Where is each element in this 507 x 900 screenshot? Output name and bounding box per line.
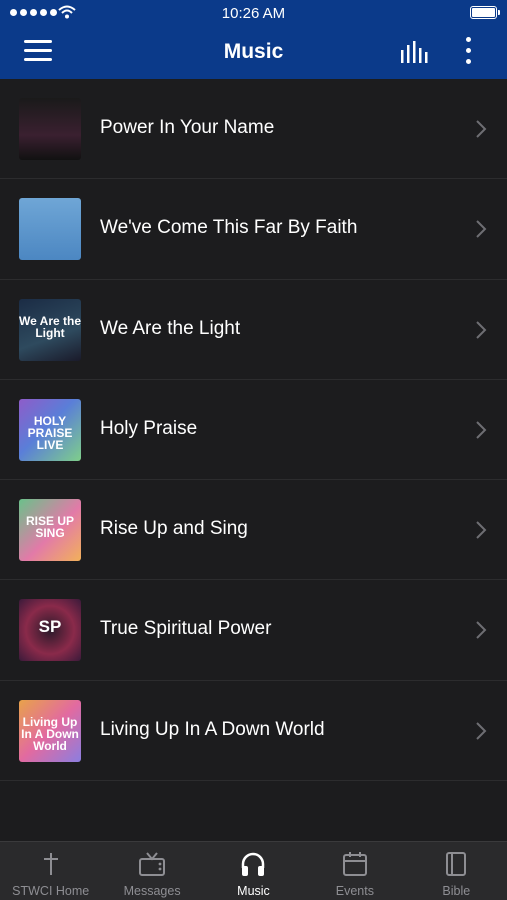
album-title: Holy Praise: [100, 417, 198, 439]
tab-bible[interactable]: Bible: [406, 842, 507, 900]
battery-icon: [470, 6, 500, 19]
album-art: Living Up In A Down World: [19, 699, 81, 762]
top-bar: 10:26 AM Music: [0, 0, 507, 79]
tab-stwci-home[interactable]: STWCI Home: [0, 842, 101, 900]
chevron-right-icon: [476, 722, 487, 740]
vertical-dots-icon[interactable]: [458, 37, 478, 67]
tab-label: Events: [335, 884, 374, 898]
album-row-we-are-the-light[interactable]: We Are the Light We Are the Light: [0, 280, 507, 380]
album-title: Living Up In A Down World: [100, 718, 325, 740]
album-row-power-in-your-name[interactable]: Power In Your Name: [0, 79, 507, 180]
tab-events[interactable]: Events: [304, 842, 405, 900]
album-art: [19, 198, 81, 261]
album-art: We Are the Light: [19, 298, 81, 361]
chevron-right-icon: [476, 621, 487, 640]
cross-icon: [43, 853, 58, 875]
album-art: HOLY PRAISE LIVE: [19, 398, 81, 461]
album-row-rise-up-and-sing[interactable]: RISE UP SING Rise Up and Sing: [0, 480, 507, 581]
album-title: We Are the Light: [100, 317, 241, 339]
tab-label: Messages: [123, 884, 181, 898]
chevron-right-icon: [476, 320, 487, 339]
album-row-true-spiritual-power[interactable]: SP True Spiritual Power: [0, 580, 507, 681]
tab-label: STWCI Home: [12, 884, 90, 898]
calendar-icon: [342, 852, 367, 876]
bars-icon[interactable]: [400, 40, 430, 64]
chevron-right-icon: [476, 421, 487, 439]
album-art: [19, 98, 81, 160]
page-title: Music: [223, 40, 284, 63]
status-bar: 10:26 AM: [0, 0, 507, 26]
chevron-right-icon: [476, 120, 487, 138]
tab-bar: STWCI Home Messages Music Events Bible: [0, 841, 507, 900]
status-time: 10:26 AM: [221, 5, 286, 22]
book-icon: [446, 852, 467, 876]
album-art: SP: [19, 599, 81, 662]
tab-label: Music: [237, 884, 270, 898]
tv-icon: [139, 852, 166, 876]
album-art: RISE UP SING: [19, 499, 81, 562]
nav-bar: Music: [0, 26, 507, 79]
chevron-right-icon: [476, 521, 487, 539]
album-title: We've Come This Far By Faith: [100, 217, 358, 239]
album-title: True Spiritual Power: [100, 618, 272, 640]
album-row-holy-praise[interactable]: HOLY PRAISE LIVE Holy Praise: [0, 380, 507, 481]
album-row-weve-come-this-far[interactable]: We've Come This Far By Faith: [0, 179, 507, 280]
tab-label: Bible: [442, 884, 471, 898]
album-list: Power In Your Name We've Come This Far B…: [0, 79, 507, 782]
tab-messages[interactable]: Messages: [101, 842, 202, 900]
headphones-icon: [242, 852, 265, 876]
album-title: Power In Your Name: [100, 117, 275, 138]
chevron-right-icon: [476, 220, 487, 239]
album-row-living-up[interactable]: Living Up In A Down World Living Up In A…: [0, 681, 507, 782]
album-title: Rise Up and Sing: [100, 518, 248, 540]
tab-music[interactable]: Music: [203, 842, 304, 900]
